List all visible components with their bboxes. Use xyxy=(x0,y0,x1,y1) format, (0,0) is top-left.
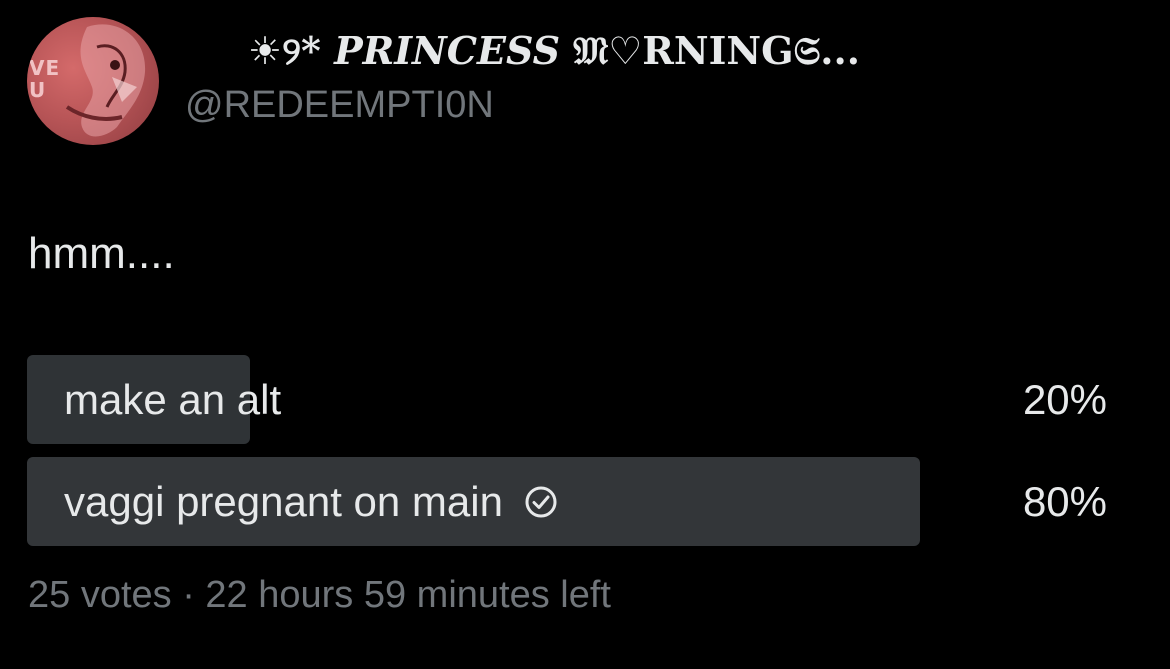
poll-option-2[interactable]: vaggi pregnant on main 80% xyxy=(27,457,1107,546)
avatar[interactable]: VE U xyxy=(27,17,159,145)
check-circle-icon xyxy=(525,486,557,517)
poll-option-percent: 20% xyxy=(1022,376,1107,423)
display-name[interactable]: ☀︎୨* PRINCESS 𝔐♡RNING𝔖... xyxy=(248,28,860,74)
poll-option-label: vaggi pregnant on main xyxy=(64,457,559,546)
poll-option-1[interactable]: make an alt 20% xyxy=(27,355,1107,444)
avatar-heart-text: VE U xyxy=(29,56,61,102)
user-handle[interactable]: @REDEEMPTI0N xyxy=(185,82,494,128)
poll-footer: 25 votes · 22 hours 59 minutes left xyxy=(28,574,611,616)
poll-option-percent: 80% xyxy=(1022,478,1107,525)
tweet-text: hmm.... xyxy=(28,229,175,278)
poll-option-label: make an alt xyxy=(64,376,282,423)
